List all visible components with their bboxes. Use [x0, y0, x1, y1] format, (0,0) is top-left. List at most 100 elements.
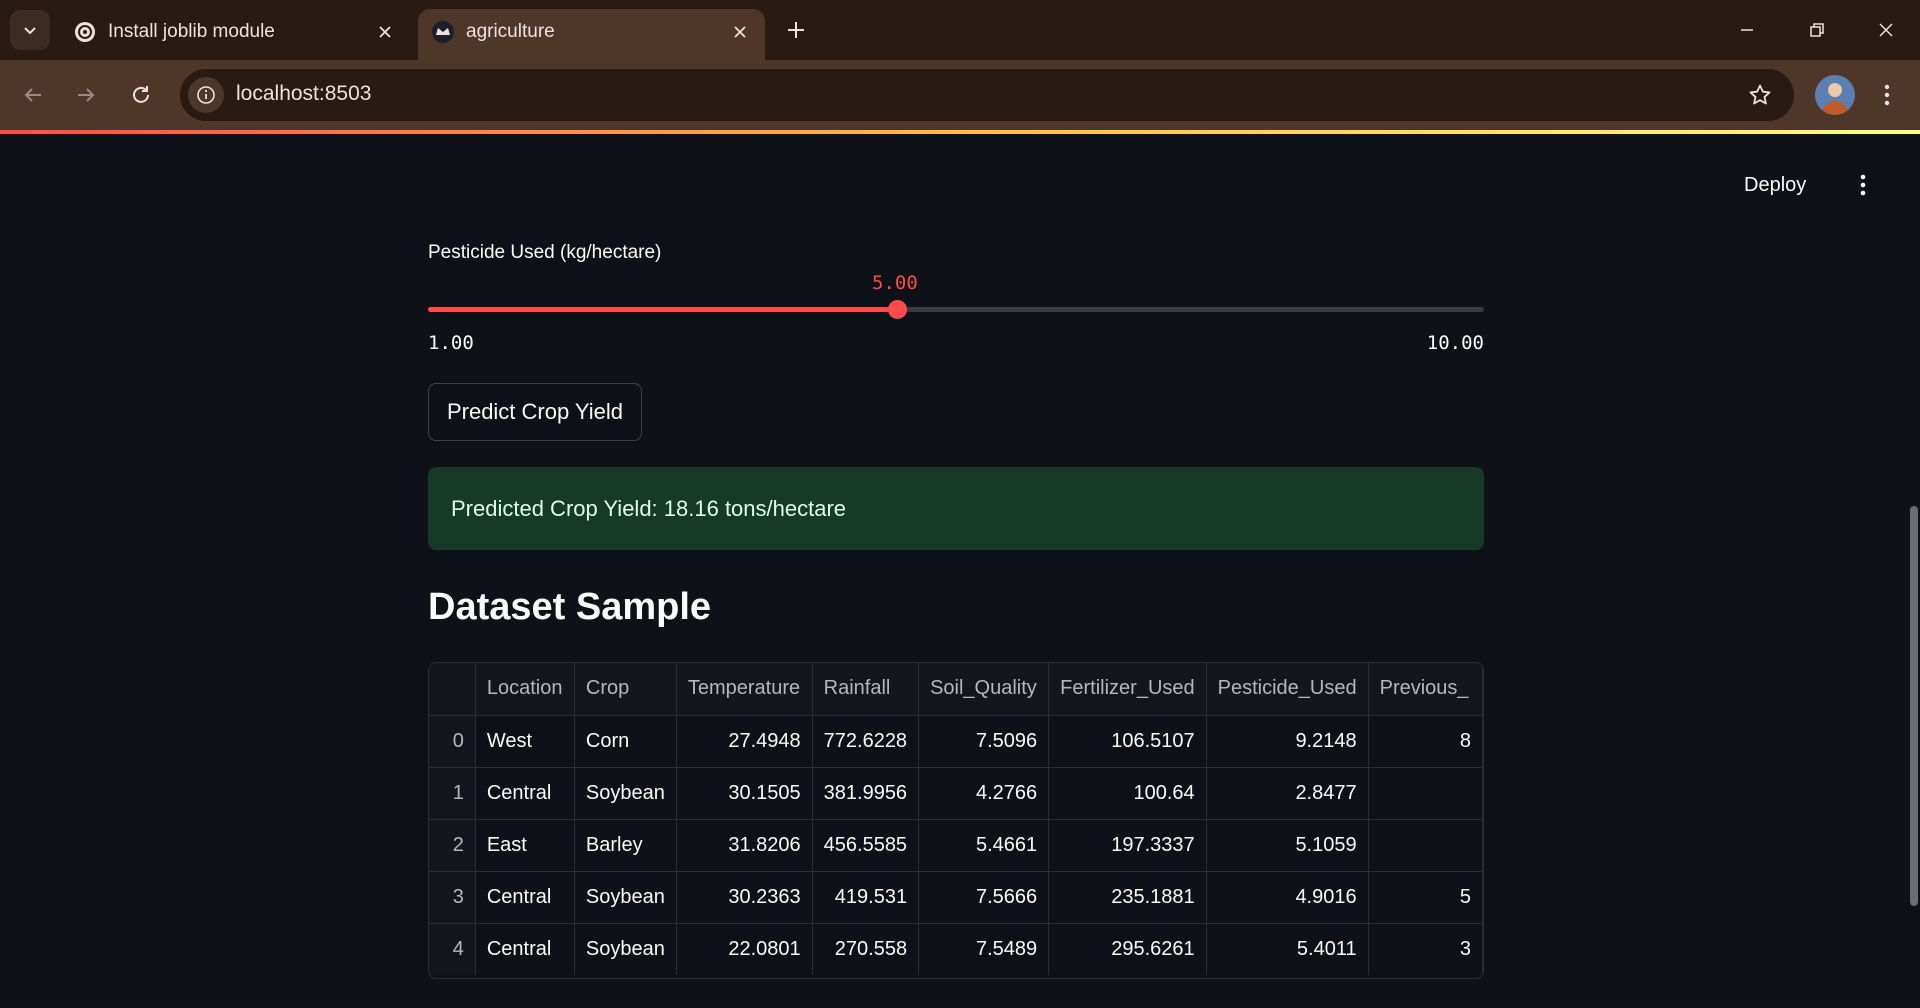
slider-max-label: 10.00 — [1426, 332, 1484, 354]
close-window-button[interactable] — [1861, 10, 1911, 50]
table-cell[interactable]: 7.5666 — [918, 871, 1050, 924]
address-bar[interactable]: localhost:8503 — [180, 69, 1794, 121]
table-cell[interactable] — [1368, 819, 1483, 872]
table-cell[interactable]: West — [475, 715, 575, 768]
tab-title: agriculture — [466, 21, 555, 42]
tab-agriculture[interactable]: agriculture — [418, 9, 765, 60]
pesticide-slider-track[interactable] — [428, 300, 1484, 319]
bookmark-star-button[interactable] — [1746, 81, 1774, 109]
close-icon[interactable] — [372, 19, 398, 45]
tab-search-button[interactable] — [10, 10, 50, 50]
table-cell[interactable]: Central — [475, 767, 575, 820]
app-main-menu-button[interactable] — [1848, 168, 1878, 202]
table-cell[interactable]: 31.8206 — [676, 819, 813, 872]
table-cell[interactable]: 3 — [1368, 923, 1483, 975]
table-cell[interactable]: 100.64 — [1048, 767, 1207, 820]
profile-avatar[interactable] — [1815, 75, 1855, 115]
table-cell[interactable]: 30.1505 — [676, 767, 813, 820]
table-cell[interactable]: Corn — [574, 715, 677, 768]
reload-button[interactable] — [121, 75, 161, 115]
openai-icon — [72, 19, 98, 45]
row-index[interactable]: 2 — [429, 819, 476, 872]
slider-label: Pesticide Used (kg/hectare) — [428, 242, 662, 263]
table-row: 2 East Barley 31.8206 456.5585 5.4661 197.3337… — [429, 819, 1483, 872]
table-cell[interactable]: Central — [475, 871, 575, 924]
table-cell[interactable]: 106.5107 — [1048, 715, 1207, 768]
table-cell[interactable]: 7.5489 — [918, 923, 1050, 975]
row-index[interactable]: 1 — [429, 767, 476, 820]
slider-thumb[interactable] — [888, 300, 908, 319]
restore-icon — [1810, 23, 1824, 37]
index-header[interactable] — [429, 663, 476, 716]
column-header[interactable]: Previous_ — [1368, 663, 1483, 716]
table-cell[interactable]: 235.1881 — [1048, 871, 1207, 924]
plus-icon — [788, 22, 804, 38]
table-cell[interactable]: 5.4661 — [918, 819, 1050, 872]
streamlit-crown-icon — [430, 19, 456, 45]
column-header[interactable]: Location — [475, 663, 575, 716]
minimize-icon — [1741, 29, 1753, 31]
table-cell[interactable]: 7.5096 — [918, 715, 1050, 768]
table-cell[interactable]: Soybean — [574, 767, 677, 820]
page-scrollbar[interactable] — [1910, 506, 1918, 906]
table-cell[interactable]: 197.3337 — [1048, 819, 1207, 872]
table-cell[interactable]: 5.4011 — [1206, 923, 1369, 975]
table-row: 1 Central Soybean 30.1505 381.9956 4.2766 100.… — [429, 767, 1483, 820]
url-text: localhost:8503 — [236, 82, 372, 105]
table-body: 0 West Corn 27.4948 772.6228 7.5096 106.5107 9.… — [429, 715, 1483, 975]
table-cell[interactable]: 8 — [1368, 715, 1483, 768]
table-cell[interactable]: 419.531 — [812, 871, 920, 924]
slider-fill — [428, 307, 898, 312]
table-cell[interactable]: Central — [475, 923, 575, 975]
site-info-button[interactable] — [188, 77, 224, 113]
close-icon — [1879, 23, 1893, 37]
deploy-button[interactable]: Deploy — [1744, 168, 1806, 202]
avatar-icon — [1815, 75, 1855, 115]
new-tab-button[interactable] — [780, 14, 812, 46]
slider-min-label: 1.00 — [428, 332, 474, 354]
table-cell[interactable]: Soybean — [574, 923, 677, 975]
table-cell[interactable]: East — [475, 819, 575, 872]
predict-crop-yield-button[interactable]: Predict Crop Yield — [428, 383, 642, 441]
table-cell[interactable] — [1368, 767, 1483, 820]
table-cell[interactable]: 4.2766 — [918, 767, 1050, 820]
slider-current-value: 5.00 — [872, 272, 918, 294]
column-header[interactable]: Pesticide_Used — [1206, 663, 1369, 716]
column-header[interactable]: Rainfall — [812, 663, 920, 716]
table-cell[interactable]: 9.2148 — [1206, 715, 1369, 768]
tab-install-joblib[interactable]: Install joblib module — [60, 9, 410, 60]
dataset-sample-heading: Dataset Sample — [428, 586, 712, 628]
column-header[interactable]: Temperature — [676, 663, 813, 716]
browser-menu-button[interactable] — [1870, 75, 1904, 115]
column-header[interactable]: Soil_Quality — [918, 663, 1050, 716]
table-cell[interactable]: 22.0801 — [676, 923, 813, 975]
restore-button[interactable] — [1792, 10, 1842, 50]
forward-button[interactable] — [66, 75, 106, 115]
table-cell[interactable]: 381.9956 — [812, 767, 920, 820]
minimize-button[interactable] — [1722, 10, 1772, 50]
table-cell[interactable]: 5 — [1368, 871, 1483, 924]
star-icon — [1749, 84, 1771, 105]
dataset-table[interactable]: Location Crop Temperature Rainfall Soil_Qual… — [428, 662, 1484, 979]
table-cell[interactable]: Soybean — [574, 871, 677, 924]
table-cell[interactable]: 4.9016 — [1206, 871, 1369, 924]
table-cell[interactable]: 295.6261 — [1048, 923, 1207, 975]
table-cell[interactable]: 5.1059 — [1206, 819, 1369, 872]
back-button[interactable] — [13, 75, 53, 115]
table-cell[interactable]: 456.5585 — [812, 819, 920, 872]
column-header[interactable]: Fertilizer_Used — [1048, 663, 1207, 716]
row-index[interactable]: 4 — [429, 923, 476, 975]
table-cell[interactable]: 27.4948 — [676, 715, 813, 768]
close-icon[interactable] — [727, 19, 753, 45]
prediction-result-alert: Predicted Crop Yield: 18.16 tons/hectare — [428, 467, 1484, 550]
table-cell[interactable]: 2.8477 — [1206, 767, 1369, 820]
browser-tab-bar: Install joblib module agriculture — [0, 0, 1920, 60]
table-cell[interactable]: 30.2363 — [676, 871, 813, 924]
table-cell[interactable]: Barley — [574, 819, 677, 872]
table-cell[interactable]: 772.6228 — [812, 715, 920, 768]
streamlit-header-decoration — [0, 130, 1920, 134]
table-cell[interactable]: 270.558 — [812, 923, 920, 975]
row-index[interactable]: 3 — [429, 871, 476, 924]
row-index[interactable]: 0 — [429, 715, 476, 768]
column-header[interactable]: Crop — [574, 663, 677, 716]
